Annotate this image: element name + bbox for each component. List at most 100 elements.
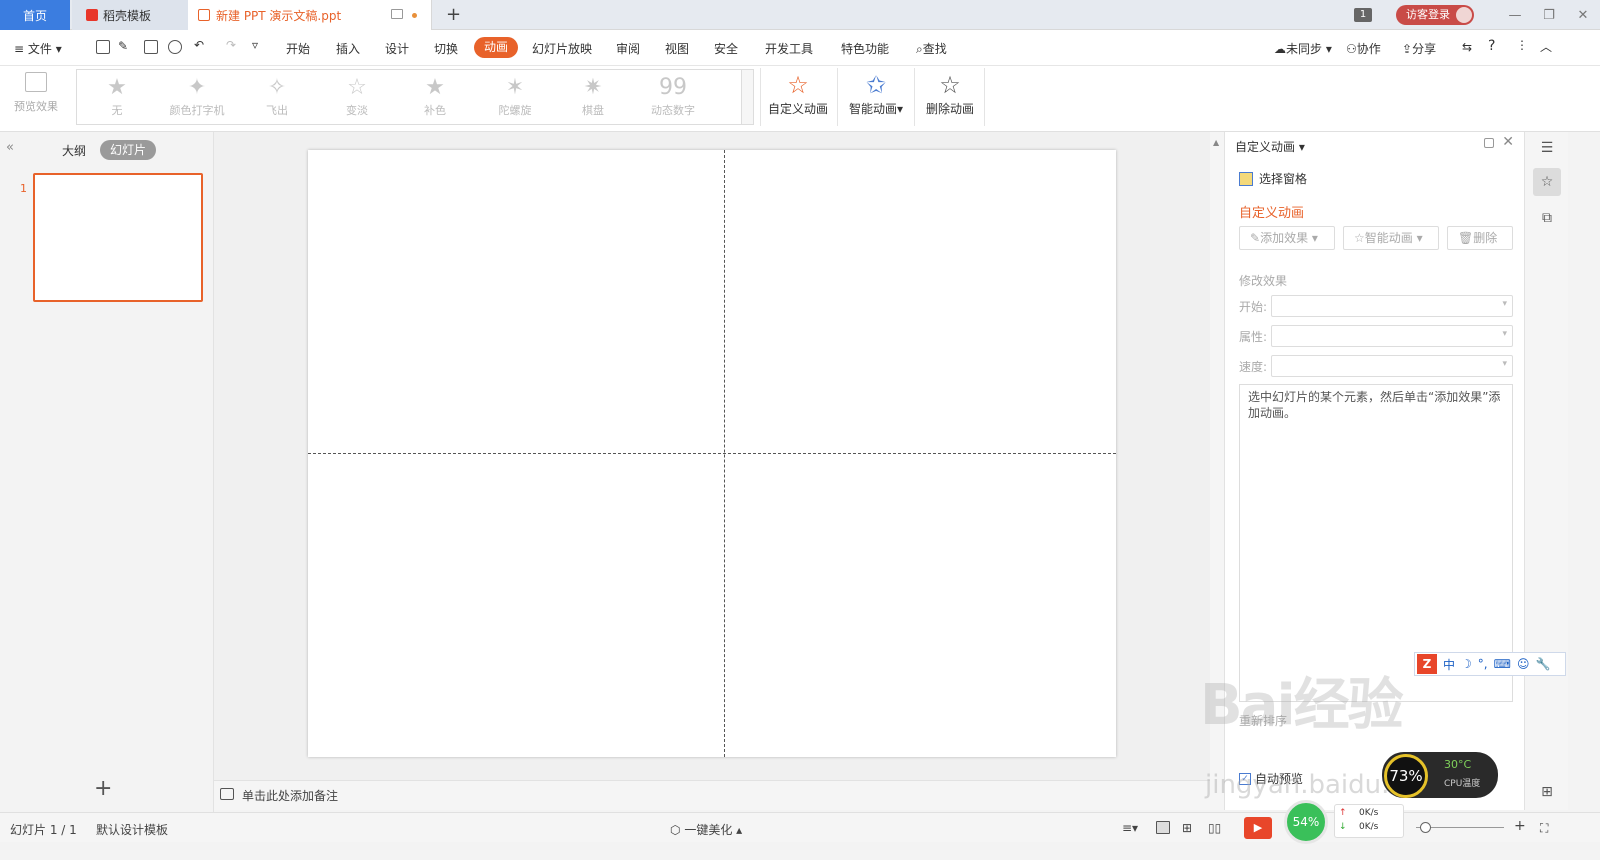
- redo-icon[interactable]: ↷: [226, 38, 236, 52]
- sync-button[interactable]: ☁未同步 ▾: [1274, 40, 1332, 57]
- cpu-gauge-widget[interactable]: 73% 30°C CPU温度: [1382, 752, 1498, 798]
- search-button[interactable]: ⌕查找: [916, 40, 947, 57]
- scroll-up-icon[interactable]: ▲: [1213, 138, 1219, 147]
- select-pane-button[interactable]: 选择窗格: [1239, 170, 1307, 187]
- slide-canvas[interactable]: [308, 150, 1116, 757]
- file-menu[interactable]: ≡ 文件 ▾: [14, 40, 62, 57]
- new-tab-plus-icon[interactable]: +: [446, 4, 461, 25]
- minimize-icon[interactable]: —: [1498, 8, 1532, 23]
- play-slideshow-button[interactable]: ▶: [1244, 817, 1272, 839]
- reading-view-icon[interactable]: ▯▯: [1208, 821, 1221, 835]
- collapse-panel-icon[interactable]: «: [6, 140, 14, 155]
- tab-document[interactable]: 新建 PPT 演示文稿.ppt: [188, 0, 432, 30]
- menu-transition[interactable]: 切换: [434, 40, 458, 57]
- print-icon[interactable]: [144, 40, 158, 54]
- ime-moon-icon[interactable]: ☽: [1461, 657, 1472, 671]
- star-icon: ✦: [187, 75, 207, 100]
- animation-ribbon: 预览效果 ★ 无 ✦ 颜色打字机 ✧ 飞出 ☆ 变淡 ★ 补色 ✶ 陀螺旋 ✷ 棋盘 99 动态…: [0, 66, 1600, 132]
- undo-icon[interactable]: ↶: [194, 38, 204, 52]
- smart-animation-dropdown-label: 智能动画: [1364, 231, 1413, 245]
- format-painter-icon[interactable]: ✎: [118, 39, 128, 53]
- menu-security[interactable]: 安全: [714, 40, 738, 57]
- sogou-logo-icon[interactable]: Z: [1417, 654, 1437, 674]
- start-dropdown[interactable]: [1271, 295, 1513, 317]
- effect-checkerboard[interactable]: ✷ 棋盘: [553, 74, 633, 118]
- delete-animation-button[interactable]: ☆ 删除动画: [922, 70, 978, 117]
- share-button[interactable]: ⇪分享: [1402, 40, 1436, 57]
- add-slide-plus-icon[interactable]: +: [94, 776, 112, 801]
- zoom-in-icon[interactable]: +: [1514, 818, 1526, 834]
- effect-fade[interactable]: ☆ 变淡: [317, 74, 397, 118]
- horizontal-guide[interactable]: [308, 453, 1116, 454]
- effect-dynamic-number[interactable]: 99 动态数字: [633, 74, 713, 118]
- effect-complement[interactable]: ★ 补色: [395, 74, 475, 118]
- menu-special[interactable]: 特色功能: [841, 40, 889, 57]
- smart-animation-dropdown[interactable]: ☆智能动画 ▾: [1343, 226, 1439, 250]
- effect-typewriter[interactable]: ✦ 颜色打字机: [157, 74, 237, 118]
- sync-label: 未同步: [1286, 42, 1323, 56]
- menu-slideshow[interactable]: 幻灯片放映: [532, 40, 592, 57]
- slide-thumbnail[interactable]: [33, 173, 203, 302]
- window-count-badge[interactable]: 1: [1354, 8, 1372, 22]
- unsaved-dot-icon[interactable]: [412, 13, 417, 18]
- speed-dropdown[interactable]: [1271, 355, 1513, 377]
- collapse-ribbon-icon[interactable]: ︿: [1540, 38, 1552, 55]
- notes-toggle-icon[interactable]: ≡▾: [1122, 821, 1138, 835]
- ribbon-divider: [837, 68, 838, 126]
- menu-start[interactable]: 开始: [286, 40, 310, 57]
- network-monitor-widget[interactable]: 54% ↑ 0K/s ↓ 0K/s: [1284, 800, 1408, 844]
- property-dropdown[interactable]: [1271, 325, 1513, 347]
- more-icon[interactable]: ⋮: [1516, 38, 1528, 52]
- menu-design[interactable]: 设计: [385, 40, 409, 57]
- skin-icon[interactable]: ⇆: [1462, 40, 1472, 54]
- tab-home[interactable]: 首页: [0, 0, 70, 30]
- restore-icon[interactable]: ❐: [1532, 8, 1566, 23]
- close-icon[interactable]: ✕: [1566, 8, 1600, 23]
- upload-arrow-icon: ↑: [1339, 808, 1347, 818]
- tab-outline[interactable]: 大纲: [62, 142, 86, 159]
- preview-effect-button[interactable]: 预览效果: [8, 72, 64, 114]
- notes-area[interactable]: 单击此处添加备注: [214, 780, 1210, 810]
- add-effect-button[interactable]: ✎添加效果 ▾: [1239, 226, 1335, 250]
- print-preview-icon[interactable]: [168, 40, 182, 54]
- menu-insert[interactable]: 插入: [336, 40, 360, 57]
- guest-login-button[interactable]: 访客登录: [1396, 5, 1474, 25]
- delete-button[interactable]: 🗑删除: [1447, 226, 1513, 250]
- design-template-name[interactable]: 默认设计模板: [96, 821, 168, 838]
- save-icon[interactable]: [96, 40, 110, 54]
- close-icon[interactable]: ✕: [1502, 134, 1514, 150]
- menu-animation[interactable]: 动画: [474, 37, 519, 58]
- grid-icon[interactable]: ⊞: [1533, 778, 1561, 806]
- ime-keyboard-icon[interactable]: ⌨: [1494, 657, 1511, 671]
- normal-view-icon[interactable]: [1156, 821, 1170, 834]
- lock-icon[interactable]: [1484, 138, 1494, 148]
- custom-animation-button[interactable]: ☆ 自定义动画: [768, 70, 828, 117]
- customize-quickaccess-icon[interactable]: ▿: [252, 38, 258, 52]
- slide-sorter-icon[interactable]: ⊞: [1182, 821, 1192, 835]
- menu-view[interactable]: 视图: [665, 40, 689, 57]
- animation-hint: 选中幻灯片的某个元素，然后单击“添加效果”添加动画。: [1248, 390, 1501, 420]
- effect-fly-out[interactable]: ✧ 飞出: [237, 74, 317, 118]
- smart-animation-button[interactable]: ✩ 智能动画▾: [846, 70, 906, 117]
- fit-window-icon[interactable]: ⛶: [1540, 821, 1548, 836]
- ime-punctuation-icon[interactable]: °,: [1478, 657, 1488, 671]
- ime-user-icon[interactable]: ☺: [1517, 657, 1530, 671]
- panel-title-dropdown[interactable]: 自定义动画 ▾: [1235, 138, 1305, 155]
- ime-wrench-icon[interactable]: 🔧: [1535, 657, 1550, 671]
- properties-icon[interactable]: ☰: [1533, 134, 1561, 162]
- transition-icon[interactable]: ⧉: [1533, 204, 1561, 232]
- effect-spin[interactable]: ✶ 陀螺旋: [475, 74, 555, 118]
- zoom-slider-knob[interactable]: [1420, 822, 1431, 833]
- screen-icon[interactable]: [391, 9, 403, 19]
- tab-slides[interactable]: 幻灯片: [100, 140, 157, 160]
- menu-developer[interactable]: 开发工具: [765, 40, 813, 57]
- help-icon[interactable]: ?: [1488, 38, 1495, 54]
- beautify-button[interactable]: ⬡ 一键美化 ▴: [670, 821, 742, 838]
- effect-none[interactable]: ★ 无: [77, 74, 157, 118]
- animation-panel-icon[interactable]: ☆: [1533, 168, 1561, 196]
- ime-chinese-icon[interactable]: 中: [1443, 656, 1455, 673]
- collab-button[interactable]: ⚇协作: [1346, 40, 1381, 57]
- menu-review[interactable]: 审阅: [616, 40, 640, 57]
- tab-template[interactable]: 稻壳模板: [72, 0, 188, 30]
- gallery-scrollbar[interactable]: [741, 70, 753, 124]
